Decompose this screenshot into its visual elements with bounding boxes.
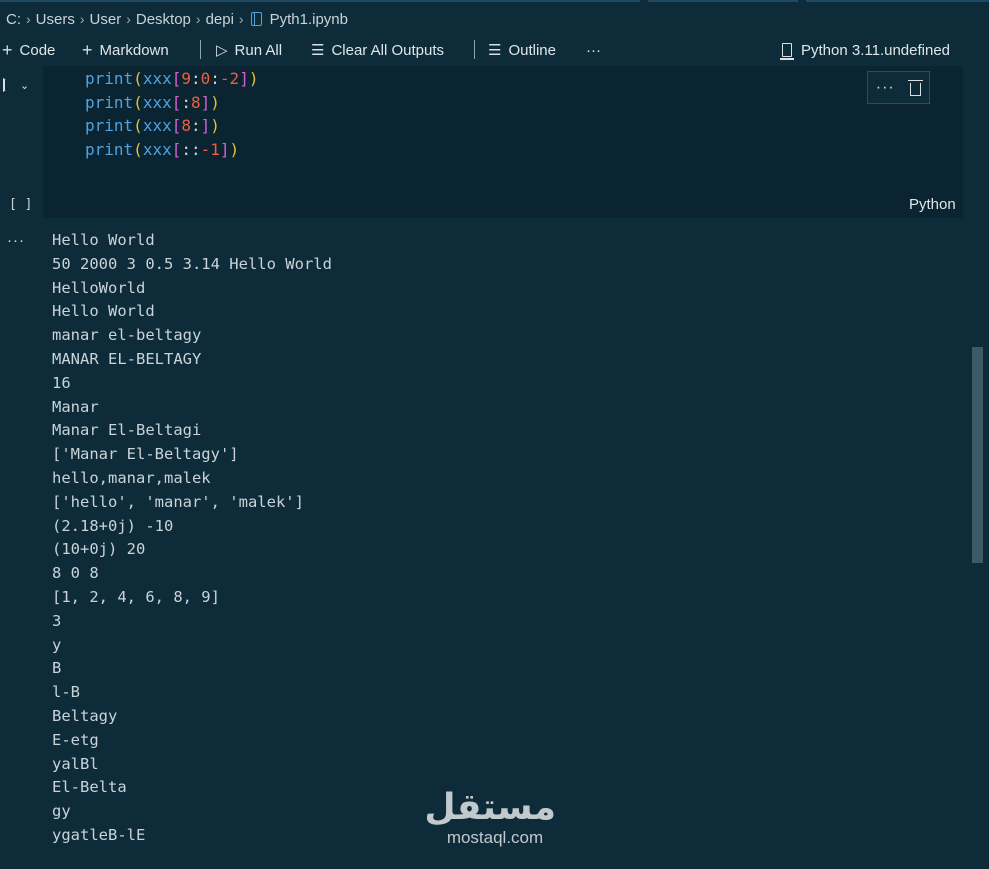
code-line: print(xxx[:8]) xyxy=(85,92,220,112)
breadcrumb-file[interactable]: Pyth1.ipynb xyxy=(270,11,348,28)
output-line: gy xyxy=(52,802,71,821)
watermark-arabic: مستقل xyxy=(424,787,556,828)
kernel-icon xyxy=(780,43,794,60)
output-line: El-Belta xyxy=(52,778,127,797)
notebook-icon xyxy=(250,12,262,26)
breadcrumb-drive[interactable]: C: xyxy=(6,11,21,28)
code-line: print(xxx[8:]) xyxy=(85,116,220,136)
toolbar-more-button[interactable]: ··· xyxy=(586,37,601,63)
run-all-button[interactable]: ▷ Run All xyxy=(216,37,282,63)
output-line: Beltagy xyxy=(52,706,118,725)
add-markdown-cell-button[interactable]: + Markdown xyxy=(82,37,169,63)
chevron-right-icon: › xyxy=(195,11,201,27)
chevron-right-icon: › xyxy=(126,11,131,27)
play-icon xyxy=(3,78,13,92)
run-all-label: Run All xyxy=(234,41,283,59)
chevron-right-icon: › xyxy=(238,11,244,27)
output-line: ['Manar El-Beltagy'] xyxy=(52,445,239,464)
chevron-down-icon[interactable]: ⌄ xyxy=(20,79,29,92)
output-line: (2.18+0j) -10 xyxy=(52,516,174,535)
output-line: Hello World xyxy=(52,302,155,321)
execution-count: [ ] xyxy=(9,197,33,212)
cell-language-button[interactable]: Python xyxy=(909,196,956,213)
run-cell-button[interactable]: ⌄ xyxy=(3,78,29,92)
output-line: [1, 2, 4, 6, 8, 9] xyxy=(52,587,220,606)
watermark-latin: mostaql.com xyxy=(446,828,544,847)
output-line: l-B xyxy=(52,683,80,702)
output-line: E-etg xyxy=(52,730,99,749)
cell-toolbar: ··· xyxy=(867,71,930,104)
output-line: (10+0j) 20 xyxy=(52,540,146,559)
output-line: HelloWorld xyxy=(52,278,146,297)
output-line: 16 xyxy=(52,373,71,392)
add-code-cell-button[interactable]: + Code xyxy=(2,37,55,63)
cell-more-button[interactable]: ··· xyxy=(876,79,895,97)
watermark: مستقل mostaql.com xyxy=(424,787,556,847)
plus-icon: + xyxy=(2,39,13,60)
output-line: Manar El-Beltagi xyxy=(52,421,202,440)
plus-icon: + xyxy=(82,39,93,60)
output-line: Hello World xyxy=(52,231,155,249)
breadcrumb-users[interactable]: Users xyxy=(36,11,75,28)
toolbar-divider xyxy=(200,40,201,59)
output-line: hello,manar,malek xyxy=(52,468,211,487)
breadcrumb-depi[interactable]: depi xyxy=(206,11,234,28)
output-line: manar el-beltagy xyxy=(52,326,202,345)
output-line: 3 xyxy=(52,611,62,630)
output-more-button[interactable]: ··· xyxy=(7,232,25,249)
output-line: ygatleB-lE xyxy=(52,825,146,844)
markdown-label: Markdown xyxy=(99,41,169,59)
notebook-toolbar: + Code + Markdown ▷ Run All ☰ Clear All … xyxy=(0,37,989,63)
output-line: ['hello', 'manar', 'malek'] xyxy=(52,492,304,511)
output-line: y xyxy=(52,635,62,654)
kernel-picker[interactable]: Python 3.11.undefined xyxy=(780,37,951,63)
code-line: print(xxx[9:0:-2]) xyxy=(85,69,259,88)
breadcrumb: C: › Users › User › Desktop › depi › Pyt… xyxy=(6,9,348,29)
breadcrumb-user[interactable]: User xyxy=(90,11,122,28)
outline-button[interactable]: ☰ Outline xyxy=(488,37,556,63)
clear-label: Clear All Outputs xyxy=(331,41,445,59)
output-line: B xyxy=(52,659,62,678)
top-tab-bar-edge xyxy=(0,0,989,4)
clear-outputs-icon: ☰ xyxy=(311,42,325,59)
output-line: 50 2000 3 0.5 3.14 Hello World xyxy=(52,254,332,273)
code-line: print(xxx[::-1]) xyxy=(85,139,240,159)
breadcrumb-desktop[interactable]: Desktop xyxy=(136,11,191,28)
toolbar-divider xyxy=(474,40,475,59)
run-all-icon: ▷ xyxy=(216,42,228,59)
code-editor[interactable]: print(xxx[9:0:-2]) print(xxx[:8]) print(xx… xyxy=(85,67,258,161)
chevron-right-icon: › xyxy=(79,11,85,27)
more-icon: ··· xyxy=(586,41,601,59)
output-line: MANAR EL-BELTAGY xyxy=(52,349,202,368)
output-line: Manar xyxy=(52,397,99,416)
delete-cell-icon[interactable] xyxy=(908,79,924,96)
vertical-scrollbar-thumb[interactable] xyxy=(972,347,983,563)
code-label: Code xyxy=(19,41,56,59)
output-line: yalBl xyxy=(52,754,99,773)
cell-output: Hello World 50 2000 3 0.5 3.14 Hello Wor… xyxy=(52,229,332,848)
clear-all-outputs-button[interactable]: ☰ Clear All Outputs xyxy=(311,37,444,63)
kernel-label: Python 3.11.undefined xyxy=(801,41,951,59)
list-icon: ☰ xyxy=(488,42,502,59)
output-line: 8 0 8 xyxy=(52,564,99,583)
chevron-right-icon: › xyxy=(26,11,31,27)
outline-label: Outline xyxy=(508,41,556,59)
